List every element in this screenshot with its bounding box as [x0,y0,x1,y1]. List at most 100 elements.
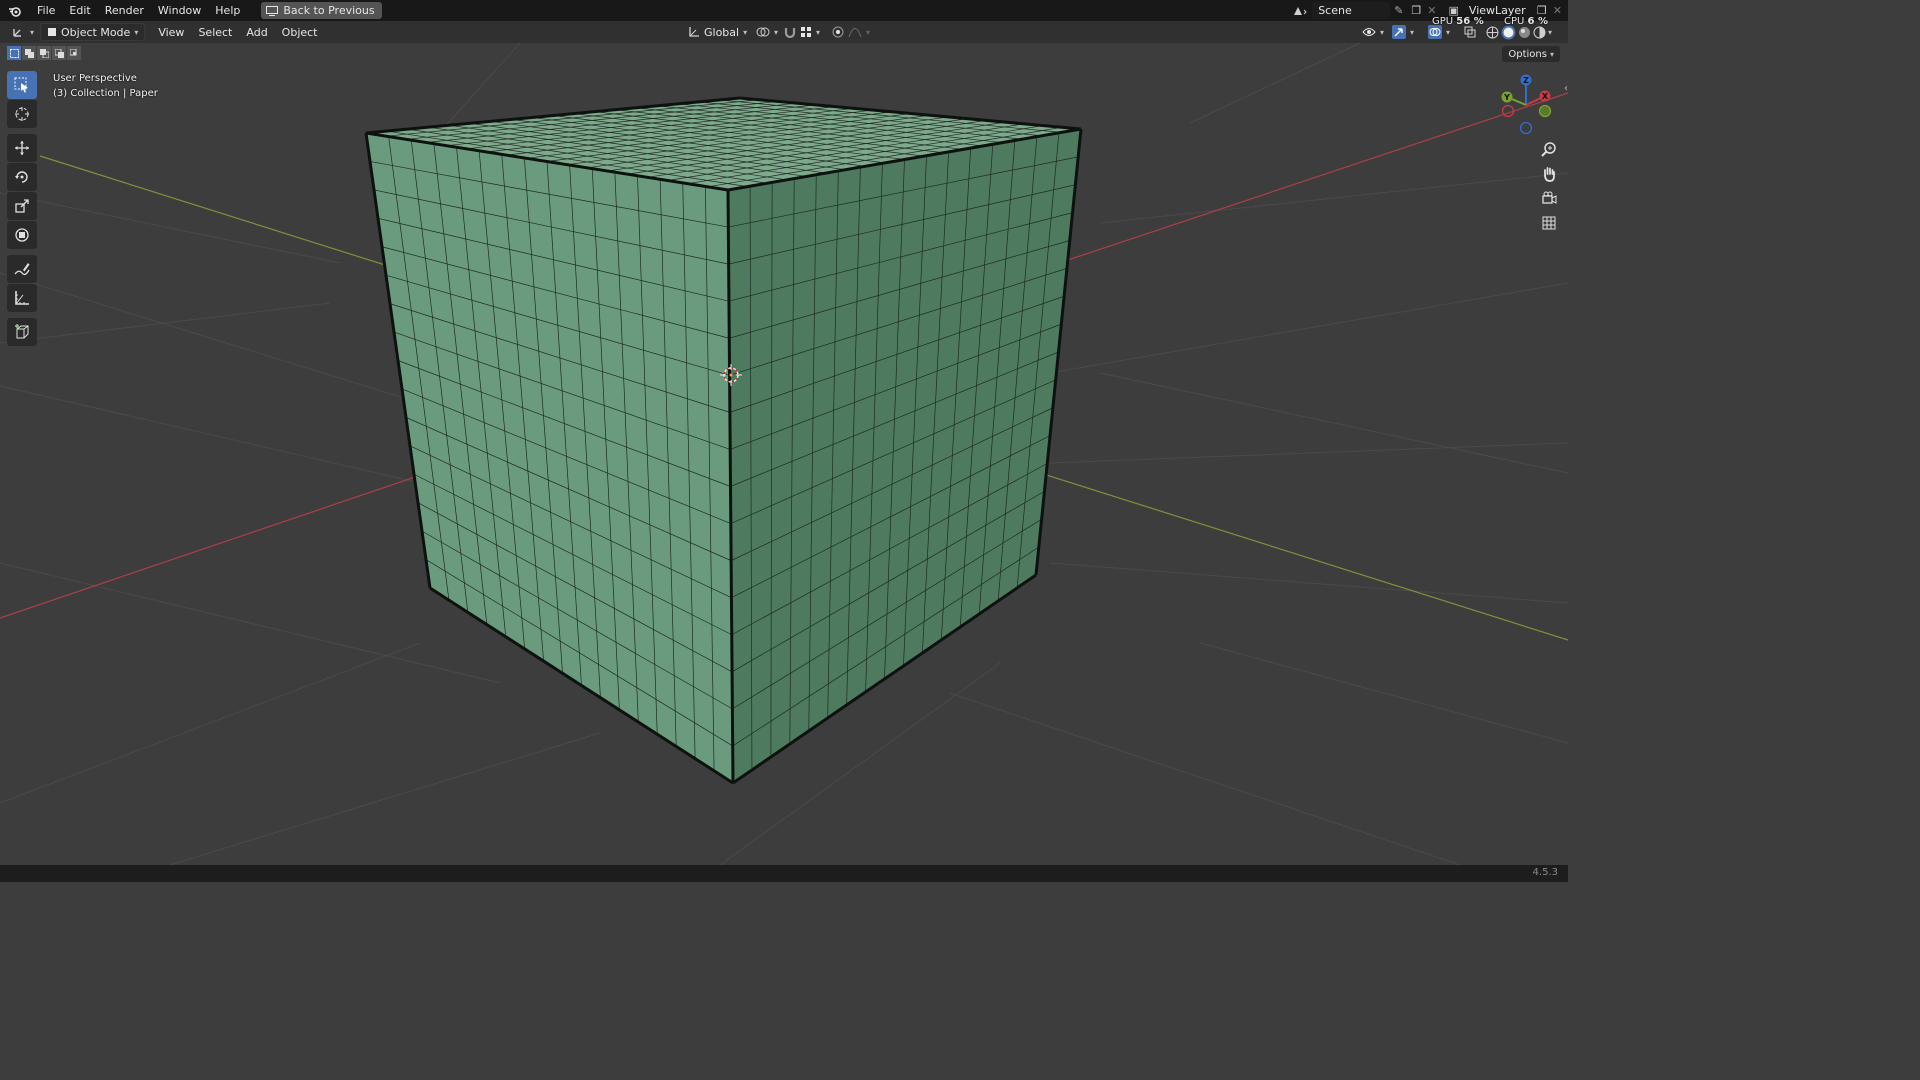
chevron-down-icon: ▾ [1549,49,1554,59]
orientation-label: Global [704,25,740,39]
scene-field[interactable]: Scene [1312,2,1391,19]
menu-object[interactable]: Object [275,22,325,43]
collection-label: (3) Collection | Paper [53,88,158,99]
camera-view-button[interactable] [1537,186,1561,210]
select-new-icon[interactable] [7,46,22,60]
cube-left-face[interactable] [366,133,733,783]
chevron-down-icon: ▾ [134,27,139,37]
transform-orientation-dropdown[interactable]: Global ▾ [682,23,753,41]
material-shading-icon[interactable] [1518,26,1531,39]
scale-tool[interactable] [7,192,37,220]
grid-line [1099,172,1568,224]
gizmo-neg-y [1538,104,1552,118]
zoom-icon [1541,142,1556,157]
select-extend-icon[interactable] [22,46,37,60]
pan-button[interactable] [1537,162,1561,186]
measure-tool[interactable] [7,284,37,312]
options-dropdown[interactable]: Options ▾ [1502,46,1560,62]
annotate-icon [14,263,30,276]
version-label: 4.5.3 [1532,867,1558,878]
cpu-stats: CPU 6 % [1504,16,1548,27]
select-box-tool[interactable] [7,71,37,99]
menu-select[interactable]: Select [191,22,239,43]
cursor-icon [15,107,29,121]
magnet-icon [784,28,796,38]
add-cube-icon [15,324,29,339]
gizmo-y-label: Y [1503,93,1510,102]
menu-add[interactable]: Add [239,22,274,43]
gizmo-icon [1392,25,1406,39]
move-tool[interactable] [7,134,37,162]
navigation-gizmo[interactable]: Z X Y [1491,70,1561,140]
menu-window[interactable]: Window [151,0,208,21]
chevron-down-icon: ▾ [1410,27,1415,37]
xray-icon [1464,26,1476,38]
measure-icon [15,291,29,305]
gizmo-x-label: X [1542,92,1549,101]
snap-toggle[interactable]: ▾ [778,23,826,41]
editor-3d-icon [13,29,21,37]
grid-line [1189,43,1361,124]
grid-line [1199,642,1568,744]
add-cube-tool[interactable] [7,318,37,346]
gpu-label: GPU [1432,16,1454,27]
menu-help[interactable]: Help [208,0,247,21]
gizmo-z-label: Z [1523,76,1529,85]
back-to-previous-label: Back to Previous [283,4,375,17]
rotate-tool[interactable] [7,163,37,191]
3d-viewport[interactable]: User Perspective (3) Collection | Paper … [0,43,1568,865]
options-label: Options [1508,48,1547,60]
delete-view-layer-icon[interactable]: ✕ [1553,4,1562,17]
visibility-dropdown[interactable]: ▾ [1356,23,1390,41]
transform-icon [15,228,29,242]
menu-edit[interactable]: Edit [62,0,97,21]
select-invert-icon[interactable] [52,46,67,60]
select-subtract-icon[interactable] [37,46,52,60]
proportional-icon [832,26,844,38]
camera-icon [1542,191,1557,204]
snap-grid-icon [801,27,811,37]
eye-icon [1362,28,1376,36]
rendered-shading-icon[interactable] [1533,26,1546,39]
selection-mode-buttons [7,46,82,60]
wireframe-shading-icon[interactable] [1486,26,1499,39]
screen-icon [266,5,279,16]
object-mode-dropdown[interactable]: Object Mode ▾ [40,23,146,41]
object-mode-icon [48,28,57,36]
scene-name: Scene [1318,4,1352,17]
paper-cube[interactable] [364,96,1083,785]
transform-tool[interactable] [7,221,37,249]
perspective-toggle-button[interactable] [1537,211,1561,235]
chevron-down-icon: ▾ [30,27,35,37]
chevron-down-icon: ▾ [1548,27,1553,37]
blender-logo-icon[interactable] [0,0,30,21]
scene-type-icon[interactable] [1288,2,1312,20]
overlays-icon [1428,25,1442,39]
y-axis-line [39,155,386,266]
grid-line [1049,442,1568,464]
scene-canvas[interactable] [0,43,1568,865]
zoom-button[interactable] [1537,137,1561,161]
annotate-tool[interactable] [7,255,37,283]
gizmo-toggle[interactable]: ▾ [1386,23,1420,41]
new-scene-icon[interactable]: ❐ [1411,4,1421,17]
select-box-icon [14,77,28,93]
grid-line [1049,282,1568,374]
back-to-previous-button[interactable]: Back to Previous [261,2,382,19]
proportional-edit-toggle[interactable]: ▾ [826,23,876,41]
select-intersect-icon[interactable] [67,46,82,60]
viewport-info: User Perspective (3) Collection | Paper [53,71,158,101]
gizmo-neg-z [1519,121,1533,135]
chevron-down-icon: ▾ [866,27,871,37]
cube-right-face[interactable] [728,129,1081,783]
scale-icon [15,199,29,213]
chevron-down-icon: ▾ [816,27,821,37]
cursor-tool[interactable] [7,100,37,128]
sidebar-toggle-icon[interactable]: ‹ [1564,83,1568,94]
hand-icon [1544,167,1555,182]
menu-file[interactable]: File [30,0,62,21]
menu-view[interactable]: View [151,22,191,43]
editor-type-button[interactable]: ▾ [6,23,40,41]
pin-icon[interactable]: ✎ [1394,4,1403,17]
menu-render[interactable]: Render [98,0,151,21]
